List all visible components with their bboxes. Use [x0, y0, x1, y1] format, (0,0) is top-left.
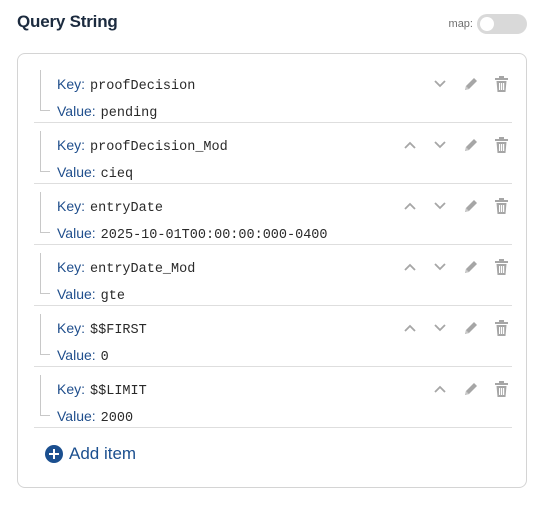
- chevron-down-icon[interactable]: [430, 135, 450, 155]
- pencil-icon[interactable]: [461, 74, 481, 94]
- trash-icon[interactable]: [491, 379, 511, 399]
- value-value: 2025-10-01T00:00:00:000-0400: [100, 228, 328, 243]
- map-toggle[interactable]: [477, 14, 527, 34]
- row-bracket: [40, 375, 41, 390]
- value-label: Value:: [57, 408, 96, 424]
- add-item-button[interactable]: Add item: [45, 444, 136, 464]
- trash-icon[interactable]: [491, 318, 511, 338]
- value-value: gte: [100, 289, 125, 304]
- item-value[interactable]: Value: pending: [57, 103, 157, 121]
- trash-icon[interactable]: [491, 74, 511, 94]
- chevron-down-icon[interactable]: [430, 318, 450, 338]
- trash-icon[interactable]: [491, 257, 511, 277]
- row-bracket: [40, 192, 41, 207]
- pencil-icon[interactable]: [461, 257, 481, 277]
- key-value: entryDate: [90, 201, 163, 216]
- item-value[interactable]: Value: 0: [57, 347, 109, 365]
- section-title: Query String: [17, 12, 118, 31]
- chevron-up-icon[interactable]: [430, 379, 450, 399]
- query-item-row: Key: entryDate_Mod Value: gte: [34, 245, 512, 306]
- value-label: Value:: [57, 286, 96, 302]
- key-value: proofDecision_Mod: [90, 140, 228, 155]
- chevron-down-icon[interactable]: [430, 196, 450, 216]
- query-item-row: Key: proofDecision_Mod Value: cieq: [34, 123, 512, 184]
- chevron-down-icon[interactable]: [430, 74, 450, 94]
- chevron-up-icon[interactable]: [400, 257, 420, 277]
- key-label: Key:: [57, 76, 86, 92]
- query-string-header: Query String map:: [17, 12, 527, 36]
- value-value: cieq: [100, 167, 134, 182]
- value-label: Value:: [57, 164, 96, 180]
- row-bracket: [40, 253, 41, 268]
- query-item-row: Key: proofDecision Value: pending: [34, 62, 512, 123]
- plus-circle-icon: [45, 445, 63, 463]
- key-label: Key:: [57, 381, 86, 397]
- map-toggle-label: map:: [448, 18, 473, 30]
- row-actions: [400, 196, 512, 216]
- row-actions: [400, 257, 512, 277]
- value-value: 2000: [100, 411, 134, 426]
- key-label: Key:: [57, 137, 86, 153]
- chevron-up-icon[interactable]: [400, 135, 420, 155]
- chevron-up-icon[interactable]: [400, 196, 420, 216]
- pencil-icon[interactable]: [461, 196, 481, 216]
- row-bracket: [40, 329, 50, 355]
- trash-icon[interactable]: [491, 196, 511, 216]
- item-key[interactable]: Key: entryDate_Mod: [57, 259, 195, 277]
- row-bracket: [40, 268, 50, 294]
- item-key[interactable]: Key: proofDecision: [57, 76, 195, 94]
- item-value[interactable]: Value: 2025-10-01T00:00:00:000-0400: [57, 225, 328, 243]
- row-bracket: [40, 146, 50, 172]
- key-value: $$LIMIT: [90, 384, 147, 399]
- value-label: Value:: [57, 347, 96, 363]
- key-label: Key:: [57, 259, 86, 275]
- key-label: Key:: [57, 198, 86, 214]
- key-value: $$FIRST: [90, 323, 147, 338]
- row-bracket: [40, 70, 41, 85]
- map-toggle-knob: [480, 17, 494, 31]
- item-key[interactable]: Key: proofDecision_Mod: [57, 137, 228, 155]
- add-item-label: Add item: [69, 444, 137, 463]
- key-value: proofDecision: [90, 79, 196, 94]
- value-value: pending: [100, 106, 158, 121]
- row-actions: [400, 318, 512, 338]
- query-item-row: Key: $$FIRST Value: 0: [34, 306, 512, 367]
- row-actions: [400, 135, 512, 155]
- item-value[interactable]: Value: 2000: [57, 408, 133, 426]
- row-bracket: [40, 85, 50, 111]
- row-bracket: [40, 131, 41, 146]
- pencil-icon[interactable]: [461, 379, 481, 399]
- query-string-panel: Key: proofDecision Value: pending Key: proofD…: [17, 53, 527, 488]
- pencil-icon[interactable]: [461, 318, 481, 338]
- key-label: Key:: [57, 320, 86, 336]
- trash-icon[interactable]: [491, 135, 511, 155]
- pencil-icon[interactable]: [461, 135, 481, 155]
- item-value[interactable]: Value: cieq: [57, 164, 133, 182]
- item-key[interactable]: Key: $$FIRST: [57, 320, 147, 338]
- value-label: Value:: [57, 103, 96, 119]
- value-label: Value:: [57, 225, 96, 241]
- item-key[interactable]: Key: entryDate: [57, 198, 163, 216]
- map-toggle-group: map:: [449, 14, 527, 34]
- query-item-row: Key: $$LIMIT Value: 2000: [34, 367, 512, 428]
- row-bracket: [40, 314, 41, 329]
- query-item-row: Key: entryDate Value: 2025-10-01T00:00:00:0…: [34, 184, 512, 245]
- chevron-up-icon[interactable]: [400, 318, 420, 338]
- row-bracket: [40, 390, 50, 416]
- row-bracket: [40, 207, 50, 233]
- chevron-down-icon[interactable]: [430, 257, 450, 277]
- row-actions: [400, 74, 512, 94]
- item-value[interactable]: Value: gte: [57, 286, 125, 304]
- row-actions: [400, 379, 512, 399]
- value-value: 0: [100, 350, 109, 365]
- item-key[interactable]: Key: $$LIMIT: [57, 381, 147, 399]
- key-value: entryDate_Mod: [90, 262, 196, 277]
